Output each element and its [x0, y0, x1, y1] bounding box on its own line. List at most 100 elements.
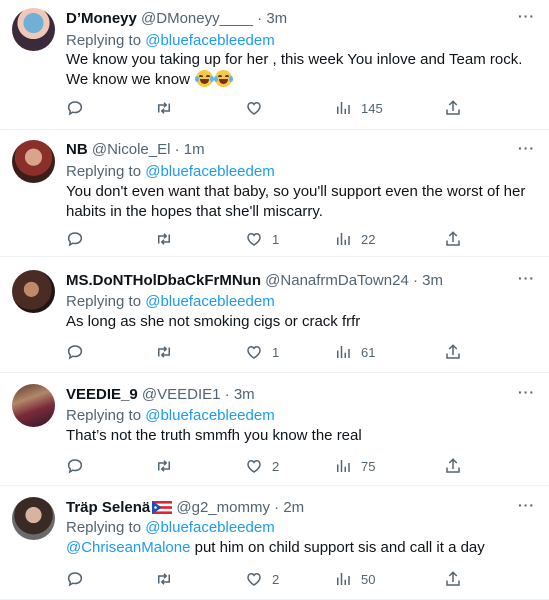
- reply-tweet[interactable]: Träp Selenä @g2_mommy · 2m ··· Replying …: [0, 486, 549, 600]
- user-handle[interactable]: @Nicole_El: [92, 141, 171, 158]
- tweet-text: We know you taking up for her , this wee…: [66, 50, 536, 90]
- replying-to-mention[interactable]: @bluefacebleedem: [145, 519, 274, 536]
- retweet-icon: [158, 233, 170, 245]
- replying-to-label: Replying to: [66, 163, 146, 180]
- like-button[interactable]: 1: [245, 229, 279, 249]
- more-icon[interactable]: ···: [518, 8, 535, 24]
- retweet-button[interactable]: [155, 98, 182, 118]
- separator: ·: [257, 10, 263, 27]
- retweet-button[interactable]: [155, 342, 182, 362]
- share-button[interactable]: [444, 342, 462, 362]
- share-button[interactable]: [444, 98, 462, 118]
- view-count: 145: [361, 100, 383, 116]
- tweet-text: As long as she not smoking cigs or crack…: [66, 313, 361, 330]
- share-icon: [446, 100, 460, 115]
- replying-to-mention[interactable]: @bluefacebleedem: [145, 163, 274, 180]
- share-icon: [446, 231, 460, 246]
- views-icon: [337, 233, 350, 245]
- timestamp[interactable]: 3m: [422, 272, 443, 289]
- reply-button[interactable]: [66, 342, 93, 362]
- share-icon: [446, 344, 460, 359]
- more-icon[interactable]: ···: [518, 497, 535, 513]
- display-name[interactable]: NB: [66, 141, 88, 158]
- timestamp[interactable]: 1m: [184, 141, 205, 158]
- user-mention[interactable]: @ChriseanMalone: [66, 539, 190, 556]
- reply-tweet[interactable]: NB @Nicole_El · 1m ··· Replying to @blue…: [0, 130, 549, 257]
- avatar[interactable]: [12, 497, 55, 540]
- share-button[interactable]: [444, 456, 462, 476]
- replying-to-mention[interactable]: @bluefacebleedem: [145, 32, 274, 49]
- separator: ·: [224, 386, 230, 403]
- display-name[interactable]: MS.DoNTHolDbaCkFrMNun: [66, 272, 261, 289]
- reply-tweet[interactable]: D’Moneyy @DMoneyy____ · 3m ··· Replying …: [0, 0, 549, 130]
- view-count: 50: [361, 571, 376, 587]
- replying-to: Replying to @bluefacebleedem: [66, 518, 275, 537]
- tweet-text: That’s not the truth smmfh you know the …: [66, 427, 362, 444]
- retweet-button[interactable]: [155, 569, 182, 589]
- view-count: 61: [361, 344, 376, 360]
- reply-button[interactable]: [66, 229, 93, 249]
- timestamp[interactable]: 3m: [234, 386, 255, 403]
- display-name[interactable]: VEEDIE_9: [66, 386, 138, 403]
- reply-icon: [67, 572, 83, 587]
- display-name[interactable]: Träp Selenä: [66, 499, 150, 516]
- replying-to-label: Replying to: [66, 519, 146, 536]
- tweet-text-content: put him on child support sis and call it…: [190, 539, 485, 556]
- more-icon[interactable]: ···: [518, 270, 535, 286]
- share-button[interactable]: [444, 229, 462, 249]
- like-icon: [247, 459, 261, 473]
- more-icon[interactable]: ···: [518, 384, 535, 400]
- like-count: 1: [272, 231, 280, 247]
- views-button[interactable]: 75: [334, 456, 375, 476]
- tweet-text-content: We know you taking up for her , this wee…: [66, 51, 523, 88]
- retweet-icon: [158, 460, 170, 472]
- avatar[interactable]: [12, 384, 55, 427]
- like-button[interactable]: 1: [245, 342, 279, 362]
- views-button[interactable]: 61: [334, 342, 375, 362]
- user-handle[interactable]: @DMoneyy____: [141, 10, 253, 27]
- like-button[interactable]: [245, 98, 272, 118]
- like-count: 2: [272, 571, 280, 587]
- timestamp[interactable]: 2m: [283, 499, 304, 516]
- replying-to-mention[interactable]: @bluefacebleedem: [145, 293, 274, 310]
- like-button[interactable]: 2: [245, 456, 279, 476]
- like-icon: [247, 345, 261, 359]
- timestamp[interactable]: 3m: [266, 10, 287, 27]
- reply-icon: [67, 459, 83, 474]
- separator: ·: [174, 141, 180, 158]
- like-button[interactable]: 2: [245, 569, 279, 589]
- views-button[interactable]: 145: [334, 98, 383, 118]
- user-handle[interactable]: @VEEDIE1: [142, 386, 221, 403]
- avatar[interactable]: [12, 140, 55, 183]
- tweet-text: You don't even want that baby, so you'll…: [66, 183, 526, 220]
- display-name[interactable]: D’Moneyy: [66, 10, 137, 27]
- like-icon: [247, 572, 261, 586]
- reply-tweet[interactable]: MS.DoNTHolDbaCkFrMNun @NanafrmDaTown24 ·…: [0, 257, 549, 373]
- share-icon: [446, 571, 460, 586]
- like-icon: [247, 101, 261, 115]
- tweet-actions: 2 50: [66, 569, 466, 589]
- user-handle[interactable]: @g2_mommy: [176, 499, 270, 516]
- retweet-button[interactable]: [155, 456, 182, 476]
- separator: ·: [274, 499, 280, 516]
- share-icon: [446, 458, 460, 473]
- reply-tweet[interactable]: VEEDIE_9 @VEEDIE1 · 3m ··· Replying to @…: [0, 373, 549, 486]
- reply-button[interactable]: [66, 569, 93, 589]
- share-button[interactable]: [444, 569, 462, 589]
- more-icon[interactable]: ···: [518, 140, 535, 156]
- replying-to-mention[interactable]: @bluefacebleedem: [145, 407, 274, 424]
- view-count: 75: [361, 458, 376, 474]
- avatar[interactable]: [12, 270, 55, 313]
- like-count: 2: [272, 458, 280, 474]
- user-handle[interactable]: @NanafrmDaTown24: [265, 272, 409, 289]
- like-icon: [247, 232, 261, 246]
- replying-to: Replying to @bluefacebleedem: [66, 31, 275, 50]
- views-button[interactable]: 22: [334, 229, 375, 249]
- avatar[interactable]: [12, 8, 55, 51]
- tweet-header: VEEDIE_9 @VEEDIE1 · 3m: [66, 385, 255, 404]
- retweet-button[interactable]: [155, 229, 182, 249]
- reply-button[interactable]: [66, 98, 93, 118]
- replying-to: Replying to @bluefacebleedem: [66, 406, 275, 425]
- views-button[interactable]: 50: [334, 569, 375, 589]
- reply-button[interactable]: [66, 456, 93, 476]
